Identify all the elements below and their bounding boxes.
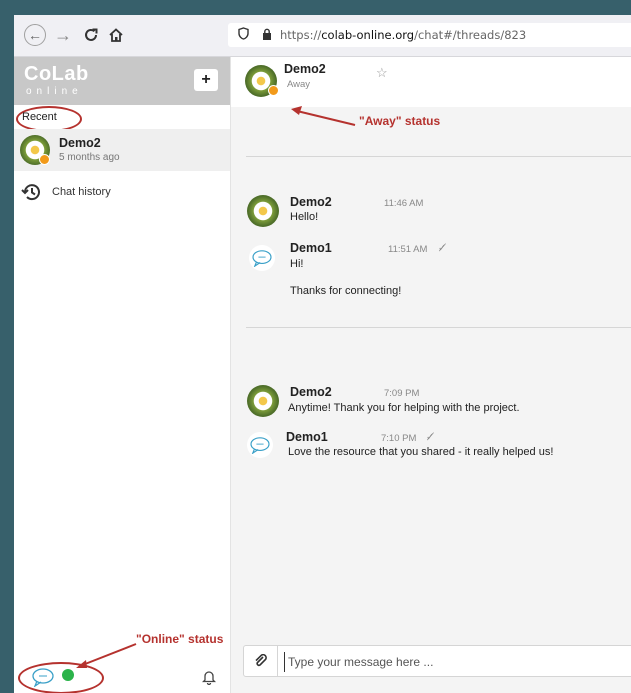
chat-partner-status: Away (287, 79, 311, 90)
avatar (247, 385, 279, 417)
paperclip-icon (254, 654, 267, 667)
attach-button[interactable] (244, 646, 278, 676)
reload-button[interactable] (80, 24, 102, 46)
online-status-annotation: "Online" status (136, 632, 224, 646)
lock-icon (262, 28, 272, 43)
colab-logo: CoLab online (24, 63, 89, 99)
recent-thread-time: 5 months ago (59, 152, 120, 163)
chat-message: Demo2 11:46 AM Hello! (231, 195, 631, 235)
avatar (247, 195, 279, 227)
away-status-dot (268, 85, 279, 96)
forward-button[interactable]: → (52, 24, 74, 46)
address-bar[interactable]: https://colab-online.org/chat#/threads/8… (228, 23, 631, 47)
logo-sub-text: online (26, 86, 83, 97)
back-button[interactable]: ← (24, 24, 46, 46)
chat-history-link[interactable]: Chat history (20, 182, 111, 202)
url-prefix: https:// (280, 28, 322, 42)
chat-history-label: Chat history (52, 186, 111, 198)
divider (246, 156, 631, 157)
chat-header: Demo2 Away ☆ (231, 57, 631, 107)
arrow-right-icon: → (54, 24, 72, 45)
message-text: Thanks for connecting! (290, 285, 402, 297)
recent-thread-name: Demo2 (59, 136, 101, 150)
away-status-annotation: "Away" status (359, 114, 441, 128)
home-button[interactable] (105, 24, 127, 46)
history-icon (21, 184, 40, 201)
annotation-arrow (291, 106, 356, 126)
chat-message: Demo1 7:10 PM ✓̸ Love the resource that … (231, 430, 631, 470)
message-author: Demo1 (286, 430, 328, 444)
message-text: Love the resource that you shared - it r… (288, 446, 554, 458)
url-path: /chat#/threads/823 (414, 28, 527, 42)
reload-icon (85, 28, 98, 41)
message-time: 7:10 PM (381, 433, 417, 444)
new-chat-button[interactable]: + (194, 69, 218, 91)
double-check-icon: ✓̸ (426, 432, 435, 443)
arrow-left-icon: ← (28, 27, 42, 43)
message-input[interactable] (284, 652, 630, 672)
chat-partner-name: Demo2 (284, 62, 326, 76)
message-author: Demo1 (290, 241, 332, 255)
away-status-dot (39, 154, 50, 165)
chat-panel: Demo2 Away ☆ "Away" status Demo2 11:46 A… (231, 57, 631, 693)
message-author: Demo2 (290, 385, 332, 399)
message-time: 11:51 AM (388, 244, 428, 255)
chat-bubble-icon[interactable] (31, 667, 55, 687)
url-host: colab-online.org (321, 28, 415, 42)
home-icon (109, 28, 123, 42)
chat-message: Demo2 7:09 PM Anytime! Thank you for hel… (231, 385, 631, 425)
brand-bar: CoLab online + (14, 57, 230, 105)
message-text: Hi! (290, 258, 304, 270)
chat-bubble-icon (249, 245, 275, 271)
divider (246, 327, 631, 328)
shield-icon (236, 27, 250, 43)
double-check-icon: ✓̸ (438, 243, 447, 254)
logo-main-text: CoLab (24, 63, 89, 85)
sidebar: CoLab online + Recent Demo2 5 months ago… (14, 57, 231, 693)
message-composer (243, 645, 631, 677)
recent-thread-item[interactable]: Demo2 5 months ago (14, 129, 230, 171)
browser-toolbar: ← → https://colab-online.org/chat#/threa… (14, 15, 631, 57)
message-time: 7:09 PM (384, 388, 420, 399)
message-time: 11:46 AM (384, 198, 424, 209)
bell-icon[interactable] (202, 669, 216, 685)
star-icon[interactable]: ☆ (376, 65, 388, 81)
recent-label: Recent (22, 111, 57, 123)
browser-window: ← → https://colab-online.org/chat#/threa… (14, 15, 631, 693)
chat-message: Demo1 11:51 AM ✓̸ Hi! Thanks for connect… (231, 241, 631, 301)
chat-bubble-icon (247, 432, 273, 458)
url-text: https://colab-online.org/chat#/threads/8… (280, 28, 526, 42)
online-status-dot[interactable] (62, 669, 74, 681)
message-author: Demo2 (290, 195, 332, 209)
message-text: Anytime! Thank you for helping with the … (288, 402, 520, 414)
message-text: Hello! (290, 211, 319, 223)
